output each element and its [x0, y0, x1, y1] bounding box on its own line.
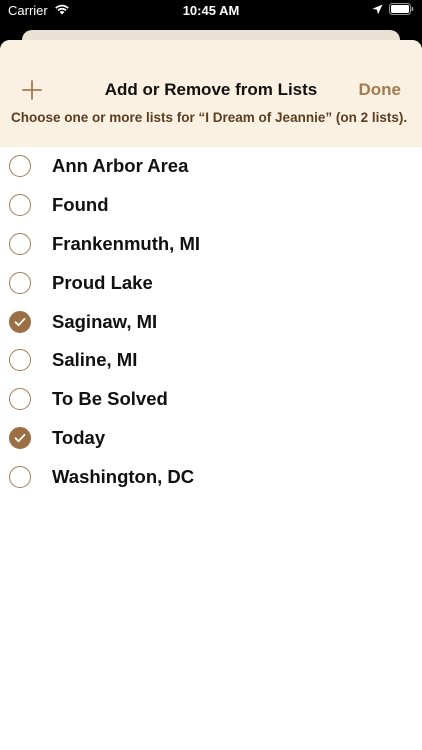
list-row-label: Proud Lake [52, 271, 153, 293]
list-row[interactable]: Proud Lake [0, 263, 422, 302]
done-button[interactable]: Done [359, 80, 402, 100]
list-row[interactable]: Saginaw, MI [0, 302, 422, 341]
list-row-label: Frankenmuth, MI [52, 232, 201, 254]
list-row-label: Today [52, 426, 106, 448]
empty-circle-icon[interactable] [9, 155, 31, 178]
location-arrow-icon [372, 3, 383, 18]
list-row-label: Saginaw, MI [52, 310, 158, 332]
checkmark-circle-icon[interactable] [9, 310, 31, 333]
list-row-label: Found [52, 194, 109, 216]
list-row-label: Saline, MI [52, 349, 138, 371]
status-bar-right [372, 3, 414, 18]
list-row-label: To Be Solved [52, 388, 168, 410]
list-row[interactable]: Today [0, 419, 422, 458]
battery-icon [389, 3, 414, 18]
empty-circle-icon[interactable] [9, 232, 31, 255]
lists-sheet: Add or Remove from Lists Done Choose one… [0, 40, 422, 750]
empty-circle-icon[interactable] [9, 465, 31, 488]
empty-circle-icon[interactable] [9, 349, 31, 372]
list-row[interactable]: Found [0, 186, 422, 225]
status-bar-time: 10:45 AM [182, 3, 240, 18]
list-row-label: Ann Arbor Area [52, 155, 189, 177]
sheet-subtitle: Choose one or more lists for “I Dream of… [11, 110, 408, 125]
list-row[interactable]: Washington, DC [0, 457, 422, 496]
empty-circle-icon[interactable] [9, 271, 31, 294]
checkmark-circle-icon[interactable] [9, 426, 31, 449]
empty-circle-icon[interactable] [9, 194, 31, 217]
list-row[interactable]: Saline, MI [0, 341, 422, 380]
list-options: Ann Arbor Area Found Frankenmuth, MI Proud … [0, 147, 422, 496]
list-row[interactable]: To Be Solved [0, 380, 422, 419]
list-row[interactable]: Frankenmuth, MI [0, 225, 422, 264]
sheet-header: Add or Remove from Lists Done Choose one… [0, 40, 422, 147]
list-row[interactable]: Ann Arbor Area [0, 147, 422, 186]
list-row-label: Washington, DC [52, 465, 195, 487]
status-bar: Carrier 10:45 AM [0, 0, 422, 22]
empty-circle-icon[interactable] [9, 388, 31, 411]
